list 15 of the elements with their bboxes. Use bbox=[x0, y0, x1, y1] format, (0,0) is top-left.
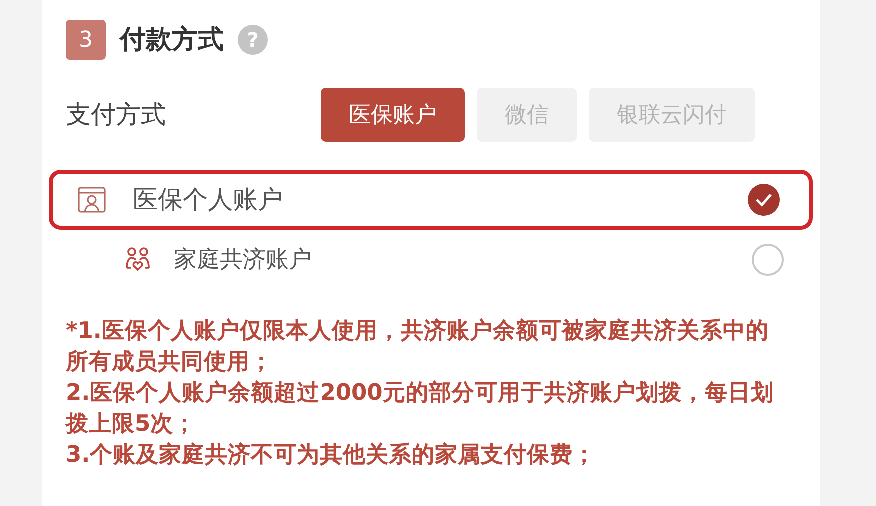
id-card-icon bbox=[77, 185, 107, 215]
note-text: 3.个账及家庭共济不可为其他关系的家属支付保费； bbox=[66, 441, 598, 470]
account-label: 医保个人账户 bbox=[133, 184, 283, 216]
note-text: 2.医保个人账户余额超过2000元的部分可用于共济账户划拨，每日划拨上限5次； bbox=[66, 379, 775, 439]
note-text: *1.医保个人账户仅限本人使用，共济账户余额可被家庭共济关系中的所有成员共同使用； bbox=[66, 317, 770, 377]
payment-option-tab[interactable]: 医保账户 bbox=[321, 88, 465, 142]
family-icon bbox=[124, 246, 152, 274]
account-option[interactable]: 家庭共济账户 bbox=[66, 230, 796, 290]
section-title: 付款方式 bbox=[120, 24, 224, 56]
radio-button[interactable] bbox=[752, 244, 784, 276]
account-label: 家庭共济账户 bbox=[174, 246, 312, 275]
checked-icon[interactable] bbox=[748, 184, 780, 216]
payment-label: 支付方式 bbox=[66, 99, 167, 132]
step-number: 3 bbox=[66, 20, 106, 60]
account-option[interactable]: 医保个人账户 bbox=[49, 170, 813, 230]
